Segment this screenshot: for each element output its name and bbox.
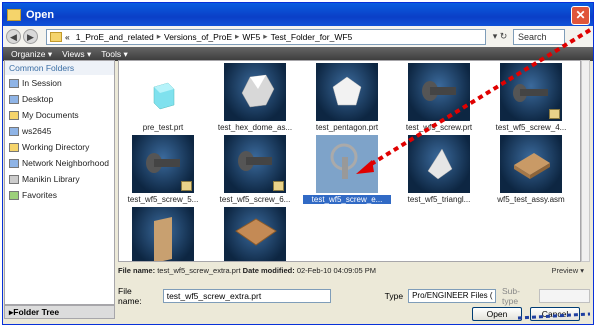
annotation-arrow	[356, 28, 592, 320]
